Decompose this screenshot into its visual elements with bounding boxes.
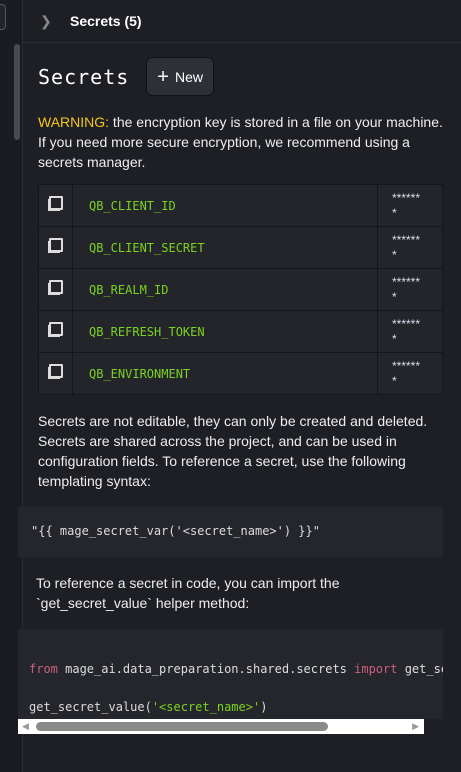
copy-icon[interactable] (48, 195, 63, 211)
python-code-block: from mage_ai.data_preparation.shared.sec… (18, 629, 443, 719)
secret-name: QB_REFRESH_TOKEN (72, 310, 378, 353)
code-keyword: from (29, 662, 58, 676)
secret-row: QB_REALM_ID ******* (38, 268, 443, 311)
secret-name: QB_ENVIRONMENT (72, 352, 378, 395)
secret-row: QB_ENVIRONMENT ******* (38, 352, 443, 395)
page-title: Secrets (38, 64, 130, 89)
horizontal-scrollbar[interactable]: ◀ ▶ (18, 719, 424, 734)
plus-icon: + (157, 65, 169, 88)
secret-row: QB_CLIENT_ID ******* (38, 184, 443, 227)
code-call: get_secret_value( (29, 700, 152, 714)
secret-value-cell: ******* (377, 226, 443, 269)
new-label: New (174, 68, 203, 85)
chevron-right-icon[interactable]: ❯ (40, 13, 54, 30)
secret-value: ******* (392, 232, 421, 262)
copy-icon[interactable] (48, 279, 63, 295)
section-header[interactable]: ❯ Secrets (5) (23, 0, 461, 43)
secrets-table: QB_CLIENT_ID ******* QB_CLIENT_SECRET *****… (38, 184, 443, 395)
new-secret-button[interactable]: + New (146, 57, 214, 96)
secret-value: ******* (392, 274, 421, 304)
code-call-end: ) (260, 700, 268, 714)
secret-value-cell: ******* (377, 184, 443, 227)
secret-value-cell: ******* (377, 310, 443, 353)
info-text: Secrets are not editable, they can only … (38, 413, 428, 489)
copy-icon[interactable] (48, 321, 63, 337)
code-intro-text: To reference a secret in code, you can i… (36, 575, 340, 611)
code-import-name: get_secret_value (404, 662, 443, 676)
scroll-left-icon[interactable]: ◀ (22, 721, 29, 732)
copy-cell[interactable] (38, 226, 73, 269)
copy-cell[interactable] (38, 352, 73, 395)
secret-name: QB_CLIENT_ID (72, 184, 378, 227)
copy-icon[interactable] (48, 363, 63, 379)
sidebar-toggle-button[interactable] (0, 4, 6, 30)
copy-cell[interactable] (38, 184, 73, 227)
secret-name: QB_CLIENT_SECRET (72, 226, 378, 269)
secrets-panel: Secrets + New WARNING: the encryption key… (18, 43, 443, 734)
template-code: "{{ mage_secret_var('<secret_name>') }}" (31, 524, 320, 538)
secret-value: ******* (392, 316, 421, 346)
section-title: Secrets (5) (70, 13, 142, 29)
scrollbar-thumb[interactable] (36, 722, 328, 731)
scroll-right-icon[interactable]: ▶ (412, 721, 419, 732)
code-module: mage_ai.data_preparation.shared.secrets (57, 662, 355, 676)
code-string: '<secret_name>' (151, 700, 261, 714)
warning-message: WARNING: the encryption key is stored in… (38, 112, 443, 172)
secret-value-cell: ******* (377, 352, 443, 395)
copy-cell[interactable] (38, 310, 73, 353)
warning-label: WARNING: (38, 114, 110, 130)
secret-value: ******* (392, 358, 421, 388)
secret-row: QB_CLIENT_SECRET ******* (38, 226, 443, 269)
copy-cell[interactable] (38, 268, 73, 311)
secret-name: QB_REALM_ID (72, 268, 378, 311)
secret-row: QB_REFRESH_TOKEN ******* (38, 310, 443, 353)
secret-value: ******* (392, 190, 421, 220)
copy-icon[interactable] (48, 237, 63, 253)
secret-value-cell: ******* (377, 268, 443, 311)
vertical-scrollbar[interactable] (14, 44, 20, 140)
code-keyword: import (354, 662, 398, 676)
template-code-block: "{{ mage_secret_var('<secret_name>') }}" (18, 507, 443, 557)
